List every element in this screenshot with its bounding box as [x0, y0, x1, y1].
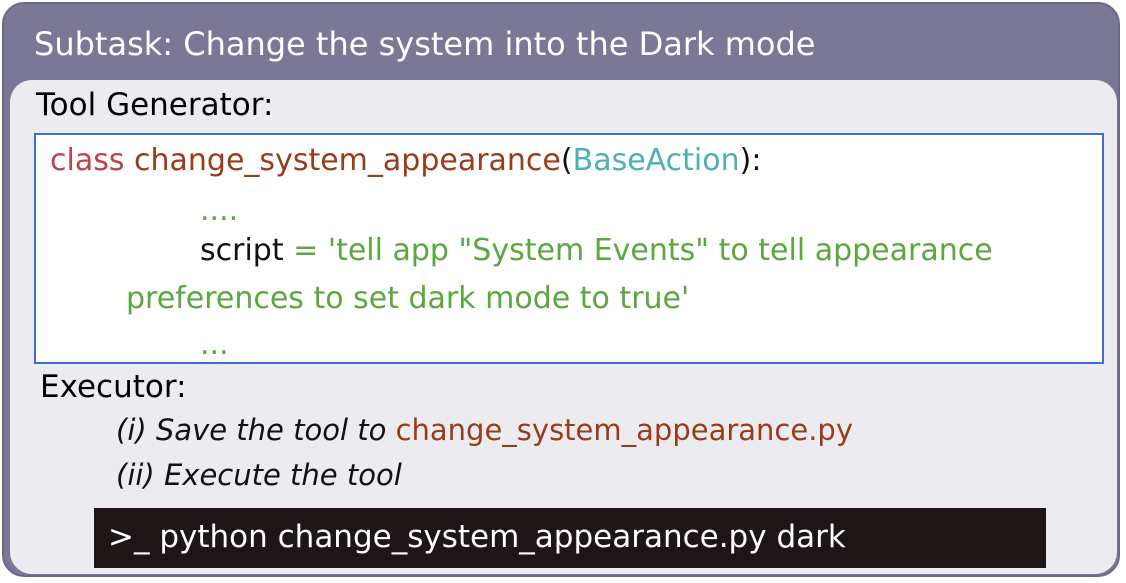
script-variable: script — [200, 233, 284, 268]
tool-generator-label: Tool Generator: — [36, 87, 274, 123]
code-block: class change_system_appearance(BaseActio… — [34, 133, 1104, 364]
executor-step-save: (i) Save the tool to change_system_appea… — [116, 412, 853, 448]
executor-label: Executor: — [40, 369, 187, 405]
terminal-command-box: >_ python change_system_appearance.py da… — [94, 508, 1046, 568]
base-class-name: BaseAction — [572, 143, 740, 178]
close-paren-colon: ): — [739, 143, 762, 178]
step-save-text: (i) Save the tool to — [116, 413, 396, 447]
subtask-title: Subtask: Change the system into the Dark… — [34, 25, 816, 63]
terminal-command: >_ python change_system_appearance.py da… — [108, 519, 846, 555]
class-definition-line: class change_system_appearance(BaseActio… — [50, 143, 761, 179]
executor-step-execute: (ii) Execute the tool — [116, 458, 402, 492]
script-assignment-line: script = 'tell app "System Events" to te… — [200, 233, 993, 269]
class-name: change_system_appearance — [134, 143, 561, 178]
class-keyword: class — [50, 143, 125, 178]
tool-filename: change_system_appearance.py — [395, 413, 853, 447]
open-paren: ( — [560, 143, 573, 178]
subtask-panel: Subtask: Change the system into the Dark… — [2, 2, 1120, 577]
ellipsis-bottom: ... — [200, 327, 229, 362]
subtask-content: Tool Generator: class change_system_appe… — [10, 80, 1117, 574]
script-string-line2: preferences to set dark mode to true' — [126, 281, 690, 316]
assign-operator: = — [283, 233, 328, 268]
ellipsis-top: .... — [200, 193, 239, 228]
script-string-line1: 'tell app "System Events" to tell appear… — [327, 233, 993, 268]
